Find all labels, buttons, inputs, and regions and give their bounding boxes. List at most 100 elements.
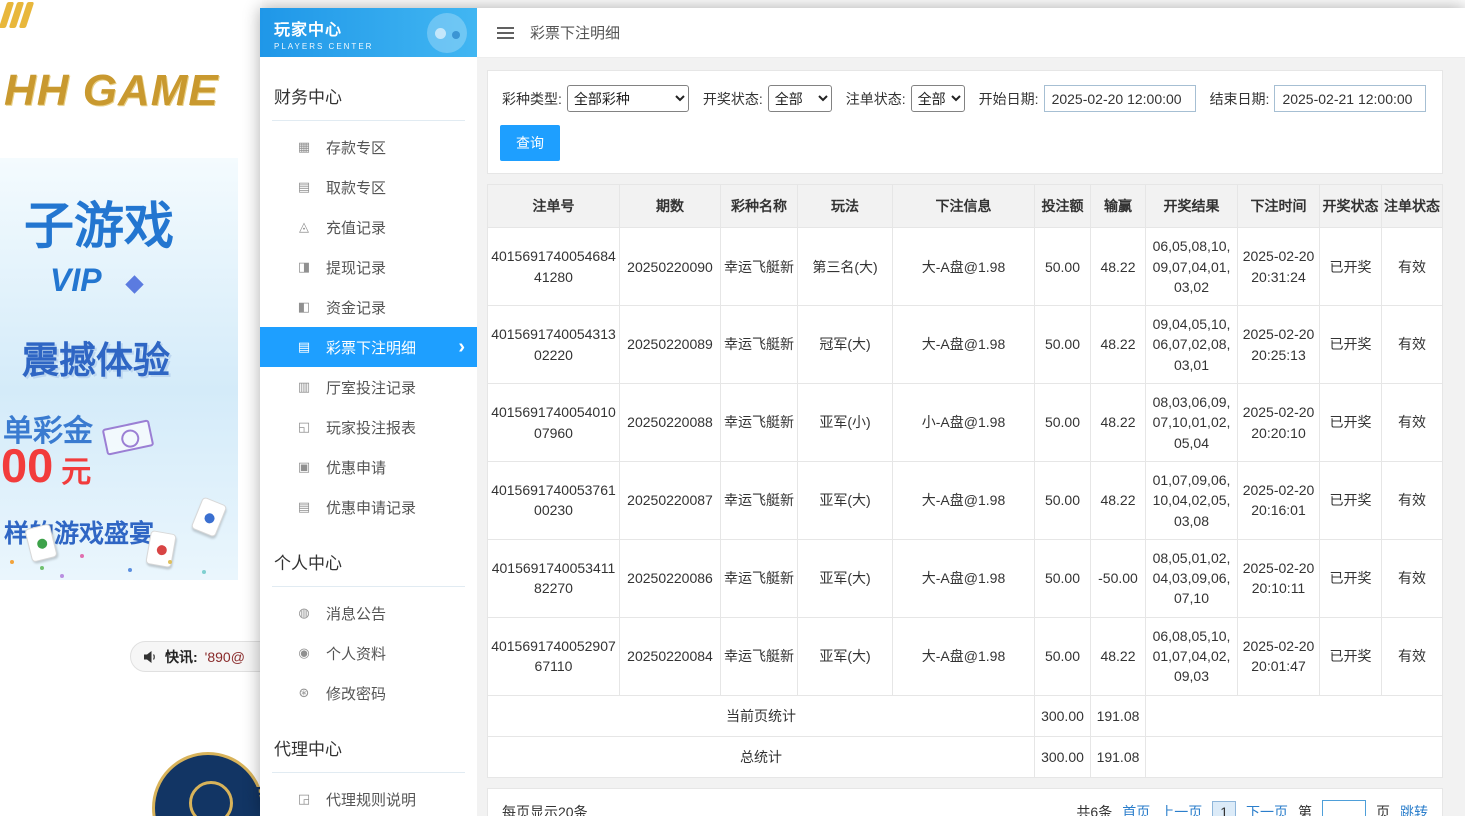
summary-current-win: 191.08 (1091, 695, 1146, 736)
sidebar-item-label: 充值记录 (326, 217, 386, 238)
cell-order-no: 401569174005341182270 (488, 539, 620, 617)
cell-bet-time: 2025-02-20 20:20:10 (1238, 384, 1320, 462)
cell-bet-time: 2025-02-20 20:31:24 (1238, 228, 1320, 306)
sidebar-section-title: 财务中心 (272, 77, 465, 121)
column-header-lottery-name: 彩种名称 (721, 185, 798, 228)
sidebar-item-label: 取款专区 (326, 177, 386, 198)
cell-order-no: 401569174005468441280 (488, 228, 620, 306)
sidebar-item-profile[interactable]: ◉个人资料 (260, 633, 477, 673)
column-header-bet-time: 下注时间 (1238, 185, 1320, 228)
cell-draw-status: 已开奖 (1320, 617, 1382, 695)
column-header-order-no: 注单号 (488, 185, 620, 228)
sidebar-item-withdraw-records[interactable]: ◨提现记录 (260, 247, 477, 287)
end-date-label: 结束日期: (1210, 89, 1270, 109)
cell-play: 第三名(大) (798, 228, 893, 306)
sidebar-item-label: 优惠申请记录 (326, 497, 416, 518)
cell-bet-info: 小-A盘@1.98 (893, 384, 1035, 462)
sidebar-item-player-bet-report[interactable]: ◱玩家投注报表 (260, 407, 477, 447)
table-row: 40156917400529076711020250220084幸运飞艇新亚军(… (488, 617, 1443, 695)
sidebar-item-label: 存款专区 (326, 137, 386, 158)
filter-panel: 彩种类型: 全部彩种 开奖状态: 全部 注单状态: 全部 开始日期: 结束日期:… (487, 70, 1443, 174)
sidebar-item-label: 提现记录 (326, 257, 386, 278)
sidebar-item-label: 彩票下注明细 (326, 337, 416, 358)
cell-win-loss: 48.22 (1091, 306, 1146, 384)
summary-total-empty (1146, 736, 1443, 777)
cell-win-loss: 48.22 (1091, 461, 1146, 539)
bet-table-body: 40156917400546844128020250220090幸运飞艇新第三名… (488, 228, 1443, 695)
sidebar-item-promo-apply[interactable]: ▣优惠申请 (260, 447, 477, 487)
sidebar-item-agent-rules[interactable]: ◲代理规则说明 (260, 779, 477, 816)
promo-banner[interactable]: 子游戏 VIP 震撼体验 单彩金 00元 样的游戏盛宴 (0, 158, 238, 580)
jump-prefix: 第 (1298, 802, 1312, 816)
first-page-link[interactable]: 首页 (1122, 802, 1150, 816)
news-ticker-label: 快讯: (165, 647, 198, 667)
list-icon: ▤ (295, 339, 313, 355)
main-area: 彩票下注明细 彩种类型: 全部彩种 开奖状态: 全部 注单状态: 全部 开始日期… (477, 8, 1465, 816)
pagination-bar: 每页显示20条 共6条 首页 上一页 1 下一页 第 页 跳转 (487, 788, 1443, 816)
sidebar-item-change-password[interactable]: ⊛修改密码 (260, 673, 477, 713)
column-header-draw-status: 开奖状态 (1320, 185, 1382, 228)
banknote-icon (102, 419, 155, 455)
sidebar-item-withdraw[interactable]: ▤取款专区 (260, 167, 477, 207)
mahjong-tile-icon (191, 496, 228, 537)
sidebar-item-fund-records[interactable]: ◧资金记录 (260, 287, 477, 327)
order-status-label: 注单状态: (846, 89, 906, 109)
summary-total-label: 总统计 (488, 736, 1035, 777)
doc-icon: ◲ (295, 791, 313, 807)
table-row: 40156917400534118227020250220086幸运飞艇新亚军(… (488, 539, 1443, 617)
cell-draw-status: 已开奖 (1320, 228, 1382, 306)
end-date-input[interactable] (1274, 85, 1426, 112)
sidebar-item-promo-apply-records[interactable]: ▤优惠申请记录 (260, 487, 477, 527)
main-header: 彩票下注明细 (477, 8, 1465, 58)
sidebar: 玩家中心 PLAYERS CENTER 财务中心▦存款专区▤取款专区◬充值记录◨… (260, 8, 477, 816)
start-date-input[interactable] (1044, 85, 1196, 112)
table-row: 40156917400537610023020250220087幸运飞艇新亚军(… (488, 461, 1443, 539)
sidebar-section-title: 代理中心 (272, 729, 465, 773)
sidebar-item-recharge-records[interactable]: ◬ 充值记录 (260, 207, 477, 247)
content-area: 彩种类型: 全部彩种 开奖状态: 全部 注单状态: 全部 开始日期: 结束日期:… (477, 58, 1465, 816)
cell-order-no: 401569174005431302220 (488, 306, 620, 384)
summary-current-bet: 300.00 (1035, 695, 1091, 736)
cell-draw-result: 08,03,06,09,07,10,01,02,05,04 (1146, 384, 1238, 462)
sidebar-menu: 财务中心▦存款专区▤取款专区◬充值记录◨提现记录◧资金记录▤彩票下注明细›▥厅室… (260, 57, 477, 816)
list-icon: ▥ (295, 379, 313, 395)
sidebar-item-lottery-bet-details[interactable]: ▤彩票下注明细› (260, 327, 477, 367)
banner-line-5: 00元 (1, 438, 91, 493)
sidebar-item-hall-bet-records[interactable]: ▥厅室投注记录 (260, 367, 477, 407)
banner-line-3: 震撼体验 (22, 330, 170, 384)
recharge-record-icon: ◬ (295, 219, 313, 235)
page-size-text: 每页显示20条 (502, 802, 588, 816)
cell-order-status: 有效 (1382, 306, 1443, 384)
draw-status-select[interactable]: 全部 (768, 85, 832, 112)
cell-period: 20250220084 (620, 617, 721, 695)
jump-button[interactable]: 跳转 (1400, 802, 1428, 816)
jump-page-input[interactable] (1322, 800, 1366, 816)
cell-win-loss: -50.00 (1091, 539, 1146, 617)
cell-bet-amount: 50.00 (1035, 384, 1091, 462)
player-center-panel: 玩家中心 PLAYERS CENTER 财务中心▦存款专区▤取款专区◬充值记录◨… (260, 8, 1465, 816)
announcement-icon: ◍ (295, 605, 313, 621)
cell-bet-time: 2025-02-20 20:10:11 (1238, 539, 1320, 617)
sidebar-item-messages[interactable]: ◍消息公告 (260, 593, 477, 633)
cell-bet-amount: 50.00 (1035, 539, 1091, 617)
diamond-icon (125, 275, 143, 293)
news-ticker: 快讯: '890@ (130, 641, 280, 672)
order-status-select[interactable]: 全部 (911, 85, 965, 112)
sidebar-item-label: 优惠申请 (326, 457, 386, 478)
cell-draw-result: 09,04,05,10,06,07,02,08,03,01 (1146, 306, 1238, 384)
background-page: HH GAME 子游戏 VIP 震撼体验 单彩金 00元 样的游戏盛宴 快讯: … (0, 0, 262, 816)
summary-row-total: 总统计 300.00 191.08 (488, 736, 1443, 777)
banner-line-1: 子游戏 (24, 186, 174, 258)
cell-order-status: 有效 (1382, 384, 1443, 462)
prev-page-link[interactable]: 上一页 (1160, 802, 1202, 816)
cell-bet-amount: 50.00 (1035, 617, 1091, 695)
cell-win-loss: 48.22 (1091, 228, 1146, 306)
search-button[interactable]: 查询 (500, 125, 560, 161)
menu-toggle-icon[interactable] (493, 23, 518, 43)
lottery-type-select[interactable]: 全部彩种 (567, 85, 689, 112)
next-page-link[interactable]: 下一页 (1246, 802, 1288, 816)
sidebar-item-deposit[interactable]: ▦ 存款专区 (260, 127, 477, 167)
deposit-icon: ▦ (295, 139, 313, 155)
summary-row-current: 当前页统计 300.00 191.08 (488, 695, 1443, 736)
cell-bet-amount: 50.00 (1035, 228, 1091, 306)
